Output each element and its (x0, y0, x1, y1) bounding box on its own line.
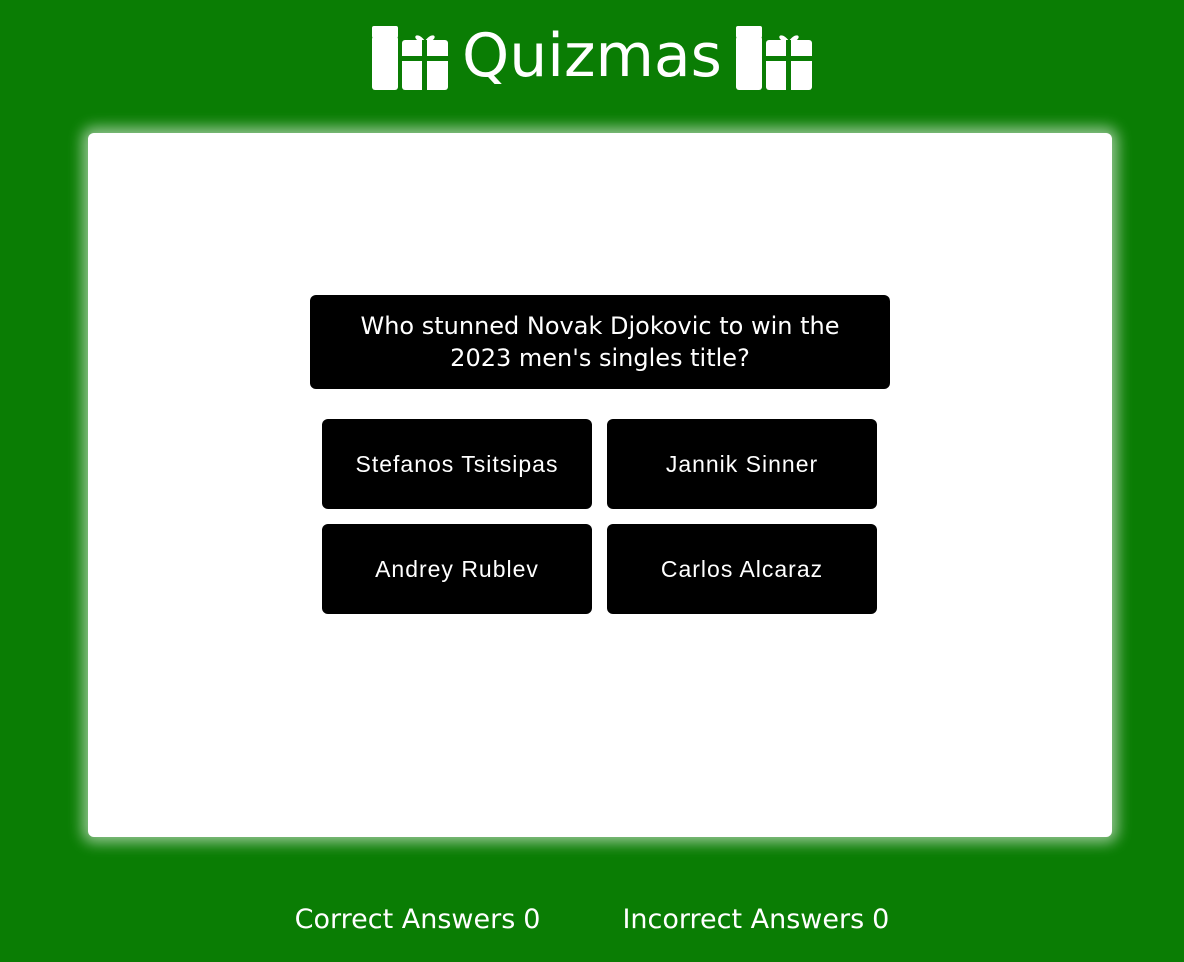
incorrect-score: Incorrect Answers 0 (622, 900, 889, 940)
quiz-card: Who stunned Novak Djokovic to win the 20… (88, 133, 1112, 837)
answer-button-4[interactable]: Carlos Alcaraz (607, 524, 877, 614)
incorrect-value: 0 (872, 904, 890, 935)
gift-icon (735, 26, 812, 90)
answer-button-2[interactable]: Jannik Sinner (607, 419, 877, 509)
answer-grid: Stefanos Tsitsipas Jannik Sinner Andrey … (322, 419, 878, 614)
app-title: Quizmas (462, 21, 722, 91)
correct-label: Correct Answers (294, 904, 516, 935)
score-bar: Correct Answers 0 Incorrect Answers 0 (0, 900, 1184, 940)
incorrect-label: Incorrect Answers (622, 904, 865, 935)
answer-button-1[interactable]: Stefanos Tsitsipas (322, 419, 592, 509)
correct-score: Correct Answers 0 (295, 900, 541, 940)
answer-button-3[interactable]: Andrey Rublev (322, 524, 592, 614)
app-header: Quizmas (0, 18, 1184, 98)
correct-value: 0 (523, 904, 541, 935)
question-text: Who stunned Novak Djokovic to win the 20… (310, 295, 890, 389)
gift-icon (372, 26, 449, 90)
